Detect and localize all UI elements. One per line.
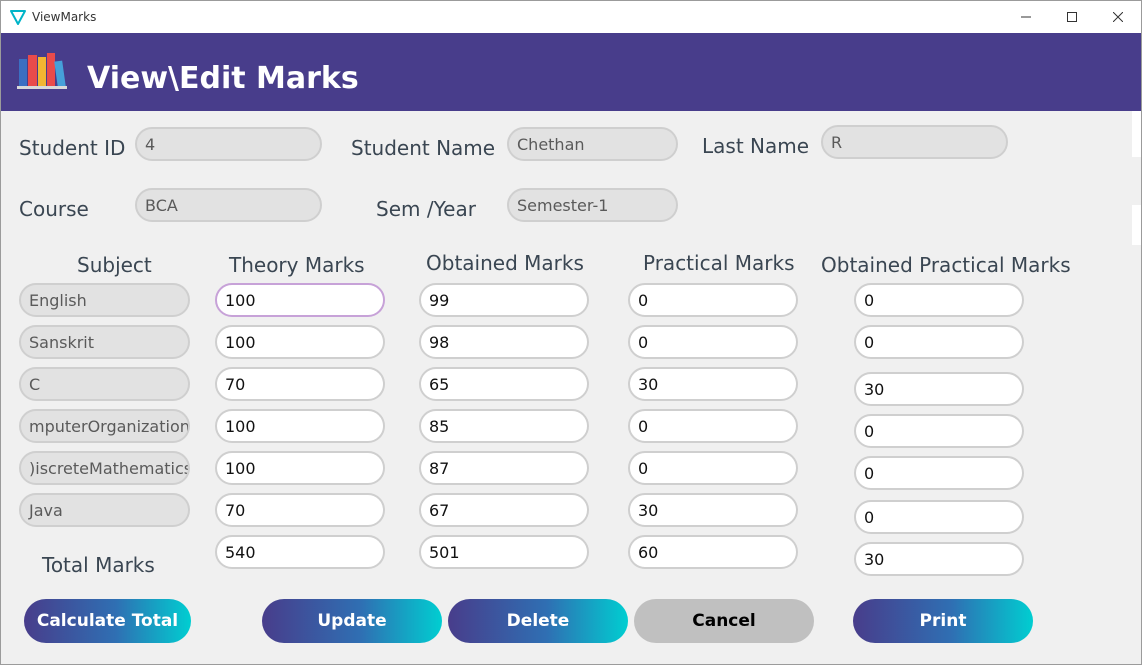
obtained-practical-marks-input[interactable]: 30 [854,372,1024,406]
theory-marks-input[interactable]: 70 [215,367,385,401]
page-title: View\Edit Marks [87,61,359,96]
subject-field[interactable]: C [19,367,190,401]
student-id-field[interactable]: 4 [135,127,322,161]
subject-field[interactable]: mputerOrganization [19,409,190,443]
student-name-field[interactable]: Chethan [507,127,678,161]
subject-field[interactable]: )iscreteMathematics [19,451,190,485]
subject-field[interactable]: Sanskrit [19,325,190,359]
obtained-marks-input[interactable]: 65 [419,367,589,401]
total-practical-marks-input[interactable]: 60 [628,535,798,569]
last-name-field[interactable]: R [821,125,1008,159]
cancel-button[interactable]: Cancel [634,599,814,643]
page-header: View\Edit Marks [1,33,1141,111]
practical-marks-input[interactable]: 0 [628,409,798,443]
close-icon [1113,12,1123,22]
student-id-label: Student ID [19,136,126,160]
maximize-icon [1067,12,1077,22]
calculate-total-button[interactable]: Calculate Total [24,599,191,643]
total-obtained-marks-input[interactable]: 501 [419,535,589,569]
obtained-practical-marks-input[interactable]: 0 [854,283,1024,317]
obtained-practical-marks-input[interactable]: 0 [854,325,1024,359]
theory-marks-input[interactable]: 100 [215,325,385,359]
theory-marks-input[interactable]: 100 [215,283,385,317]
print-button[interactable]: Print [853,599,1033,643]
obtained-practical-marks-input[interactable]: 0 [854,456,1024,490]
total-theory-marks-input[interactable]: 540 [215,535,385,569]
student-name-label: Student Name [351,136,496,160]
course-label: Course [19,197,89,221]
obtained-marks-input[interactable]: 99 [419,283,589,317]
practical-marks-input[interactable]: 0 [628,325,798,359]
window: ViewMarks View\Edit Marks Student ID 4 S… [0,0,1142,665]
subject-field[interactable]: Java [19,493,190,527]
total-marks-label: Total Marks [42,553,155,577]
practical-marks-input[interactable]: 30 [628,367,798,401]
maximize-button[interactable] [1049,1,1095,33]
window-title: ViewMarks [32,10,97,24]
last-name-label: Last Name [702,134,810,158]
theory-marks-input[interactable]: 100 [215,451,385,485]
close-button[interactable] [1095,1,1141,33]
subject-field[interactable]: English [19,283,190,317]
obtained-marks-input[interactable]: 85 [419,409,589,443]
obtained-marks-input[interactable]: 87 [419,451,589,485]
update-button[interactable]: Update [262,599,442,643]
practical-marks-input[interactable]: 0 [628,283,798,317]
theory-marks-input[interactable]: 70 [215,493,385,527]
semester-field[interactable]: Semester-1 [507,188,678,222]
obtained-practical-marks-input[interactable]: 0 [854,414,1024,448]
obtained-marks-column-header: Obtained Marks [426,251,584,275]
right-edge-strip-2 [1132,205,1141,245]
obtained-marks-input[interactable]: 98 [419,325,589,359]
semester-label: Sem /Year [376,197,476,221]
practical-marks-column-header: Practical Marks [643,251,795,275]
theory-marks-input[interactable]: 100 [215,409,385,443]
course-field[interactable]: BCA [135,188,322,222]
title-bar[interactable]: ViewMarks [1,1,1141,33]
theory-marks-column-header: Theory Marks [229,253,365,277]
subject-column-header: Subject [77,253,152,277]
books-icon [17,53,67,89]
obtained-practical-marks-input[interactable]: 0 [854,500,1024,534]
obtained-marks-input[interactable]: 67 [419,493,589,527]
practical-marks-input[interactable]: 0 [628,451,798,485]
minimize-button[interactable] [1003,1,1049,33]
minimize-icon [1021,16,1031,18]
app-triangle-icon [10,10,26,25]
practical-marks-input[interactable]: 30 [628,493,798,527]
total-obtained-practical-marks-input[interactable]: 30 [854,542,1024,576]
delete-button[interactable]: Delete [448,599,628,643]
right-edge-strip [1132,111,1141,157]
obtained-practical-marks-column-header: Obtained Practical Marks [821,253,1071,277]
